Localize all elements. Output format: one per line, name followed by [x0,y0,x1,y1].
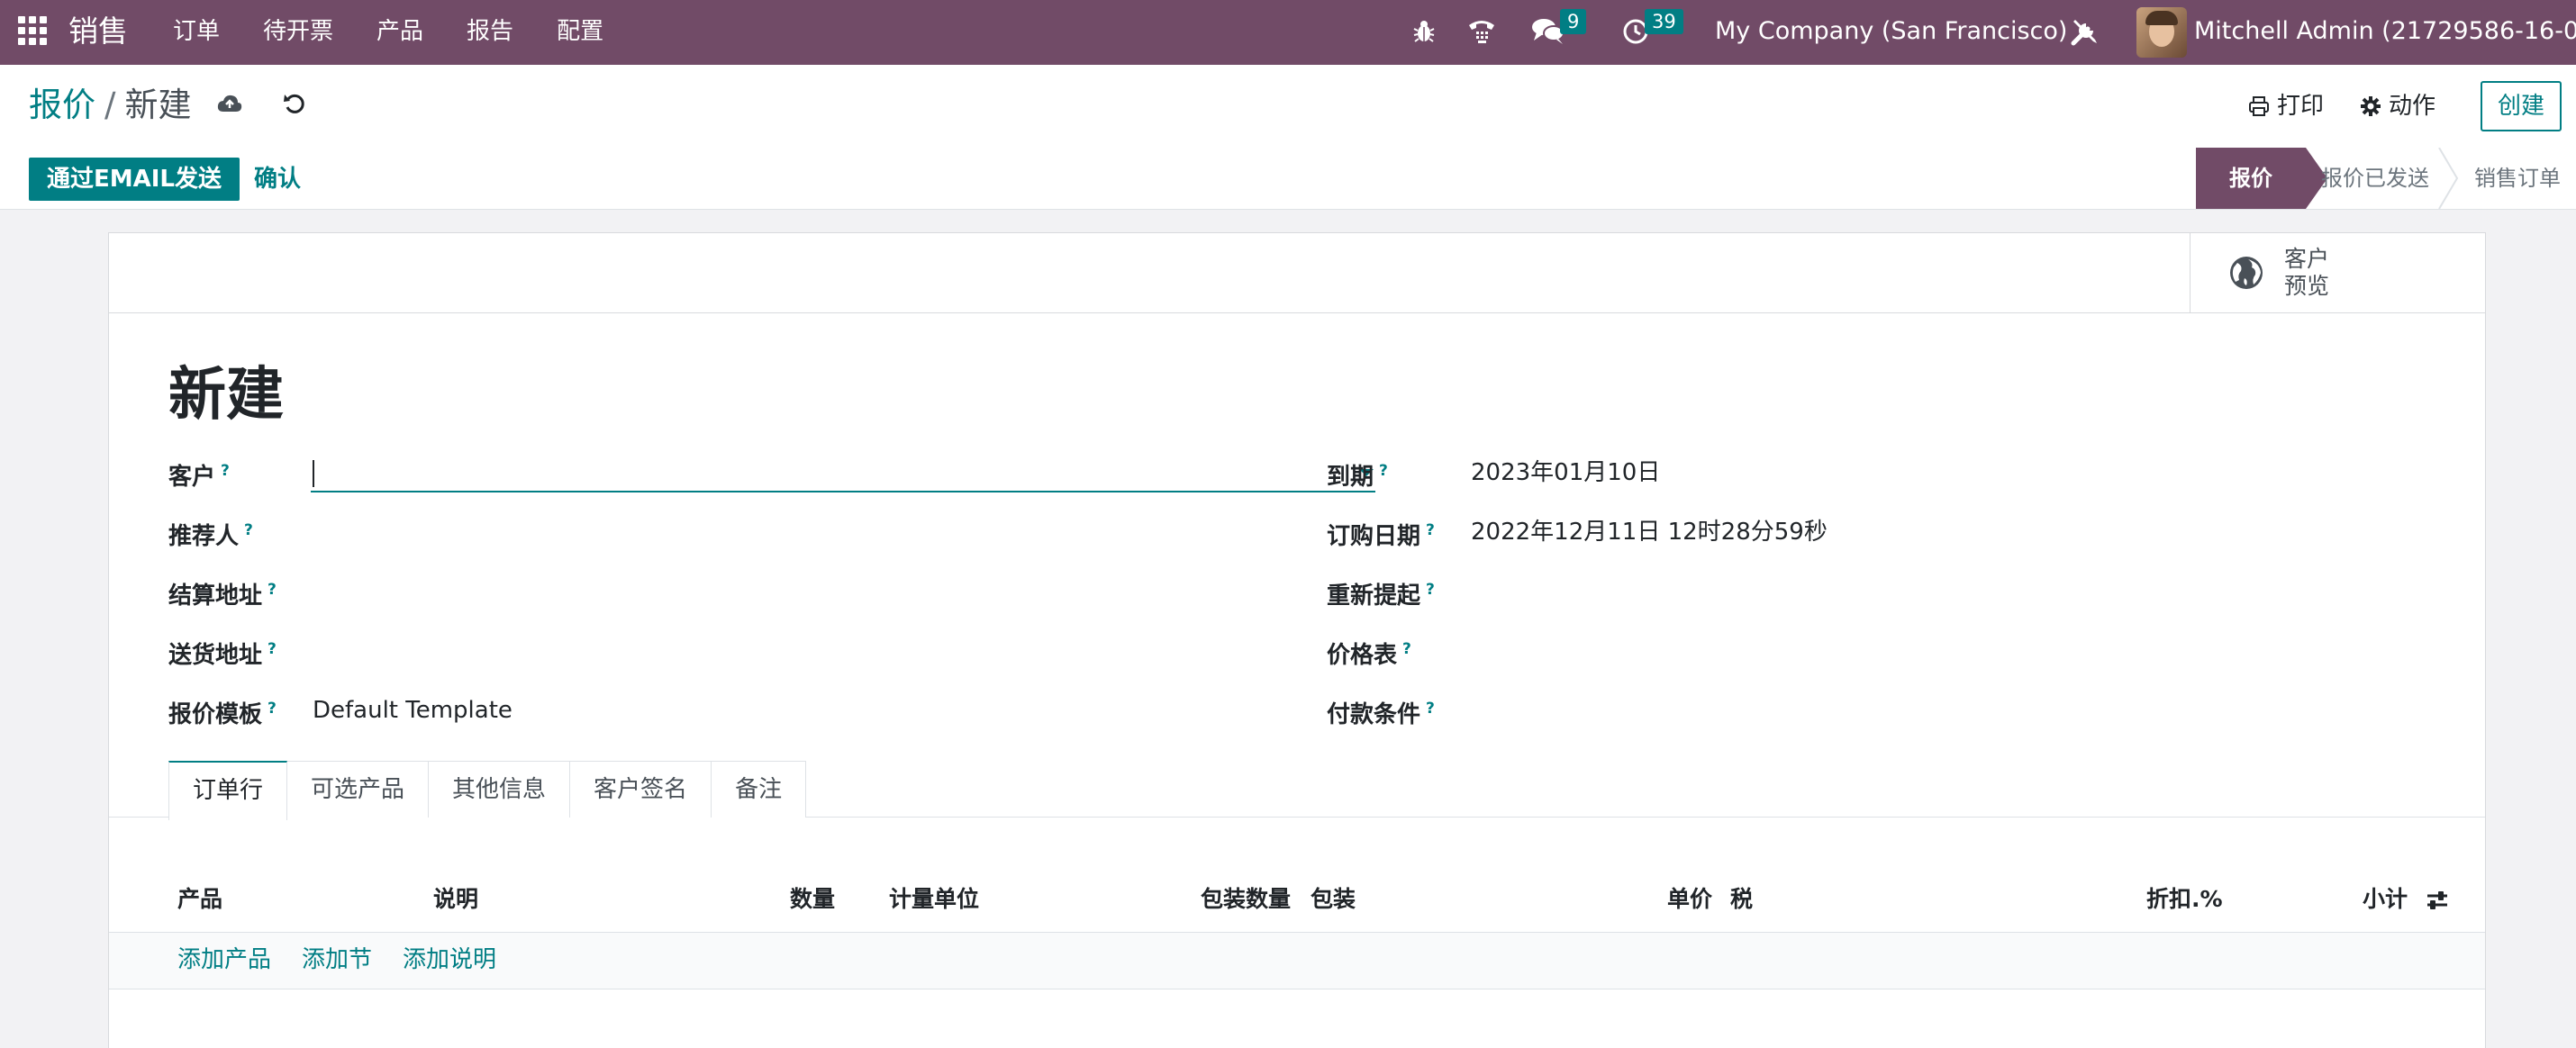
tab-optional-products[interactable]: 可选产品 [286,761,430,818]
stage-sales-order[interactable]: 销售订单 [2459,148,2576,209]
invoice-address-label: 结算地址? [168,581,277,610]
order-date-field[interactable]: 2022年12月11日 12时28分59秒 [1471,514,1828,550]
quote-template-field[interactable]: Default Template [313,692,512,728]
pricelist-help-icon[interactable]: ? [1402,640,1411,658]
customer-input[interactable] [311,455,1375,492]
app-brand[interactable]: 销售 [68,9,128,54]
quote-template-label: 报价模板? [168,700,277,728]
tab-customer-signature[interactable]: 客户签名 [569,761,712,818]
referrer-help-icon[interactable]: ? [244,521,253,539]
stage-chevron-divider [2438,148,2459,209]
activities-count-badge: 39 [1645,9,1683,34]
add-product-link[interactable]: 添加产品 [177,942,271,978]
company-switcher[interactable]: My Company (San Francisco) [1715,13,2067,50]
expiration-field[interactable]: 2023年01月10日 [1471,455,1660,491]
status-bar: 通过EMAIL发送 确认 报价 报价已发送 销售订单 [0,148,2576,210]
save-cloud-icon[interactable] [216,92,243,119]
stage-quotation[interactable]: 报价 [2196,148,2327,209]
customer-preview-label-1: 客户 [2284,246,2330,272]
messages-count-badge: 9 [1560,9,1587,34]
customer-help-icon[interactable]: ? [221,462,230,480]
control-panel: 报价 / 新建 打印 动作 创建 [0,65,2576,149]
pricelist-label: 价格表? [1327,640,1411,669]
print-label: 打印 [2277,93,2325,120]
col-packaging-qty[interactable]: 包装数量 [1201,881,1291,917]
gear-icon [2361,96,2381,116]
col-product[interactable]: 产品 [177,881,222,917]
text-cursor [313,460,314,487]
print-icon [2249,96,2269,116]
top-navbar: 销售 订单 待开票 产品 报告 配置 9 39 My Company (San … [0,0,2576,65]
globe-icon [2230,257,2263,289]
col-unit-price[interactable]: 单价 [1667,881,1712,917]
col-discount[interactable]: 折扣.% [2146,881,2223,917]
apps-menu-icon[interactable] [18,16,49,47]
customer-preview-label-2: 预览 [2284,273,2330,299]
expiration-label: 到期? [1327,462,1388,491]
breadcrumb-current: 新建 [124,86,192,124]
col-uom[interactable]: 计量单位 [889,881,979,917]
customer-label: 客户? [168,462,230,491]
user-avatar[interactable] [2136,7,2187,58]
form-sheet: 客户 预览 新建 客户? 推荐人? 结算地址? 送货地址? 报价模板? Defa… [108,232,2486,1048]
debug-tools-icon[interactable] [2068,14,2102,52]
payment-terms-help-icon[interactable]: ? [1426,700,1435,718]
expiration-help-icon[interactable]: ? [1379,462,1388,480]
order-date-help-icon[interactable]: ? [1426,521,1435,539]
user-menu[interactable]: Mitchell Admin (21729586-16-0-all [2194,13,2576,50]
delivery-address-label: 送货地址? [168,640,277,669]
stage-quotation-sent[interactable]: 报价已发送 [2317,148,2434,209]
quote-template-help-icon[interactable]: ? [268,700,277,718]
tab-order-lines[interactable]: 订单行 [168,761,288,820]
breadcrumb-quotations-link[interactable]: 报价 [29,86,95,124]
send-by-email-button[interactable]: 通过EMAIL发送 [29,158,240,201]
add-section-link[interactable]: 添加节 [302,942,372,978]
create-button[interactable]: 创建 [2481,81,2562,131]
add-note-link[interactable]: 添加说明 [403,942,496,978]
tab-other-info[interactable]: 其他信息 [428,761,571,818]
col-packaging[interactable]: 包装 [1311,881,1356,917]
breadcrumb-separator: / [104,86,116,124]
menu-reporting[interactable]: 报告 [467,13,513,50]
invoice-address-help-icon[interactable]: ? [268,581,277,599]
recurrence-label: 重新提起? [1327,581,1435,610]
discard-undo-icon[interactable] [283,92,306,119]
menu-orders[interactable]: 订单 [173,13,220,50]
col-quantity[interactable]: 数量 [790,881,835,917]
tab-notes[interactable]: 备注 [711,761,807,818]
col-subtotal[interactable]: 小计 [2363,881,2408,917]
print-button[interactable]: 打印 [2248,88,2324,124]
main-menu: 订单 待开票 产品 报告 配置 [173,13,647,50]
order-date-label: 订购日期? [1327,521,1435,550]
debug-bug-icon[interactable] [1410,18,1438,49]
action-button[interactable]: 动作 [2360,88,2435,124]
customer-preview-button[interactable]: 客户 预览 [2190,233,2486,312]
delivery-address-help-icon[interactable]: ? [268,640,277,658]
action-label: 动作 [2389,93,2436,120]
phone-icon[interactable] [1466,16,1497,49]
menu-to-invoice[interactable]: 待开票 [263,13,333,50]
recurrence-help-icon[interactable]: ? [1426,581,1435,599]
col-description[interactable]: 说明 [433,881,478,917]
add-line-row: 添加产品 添加节 添加说明 [109,933,2485,989]
smart-button-box: 客户 预览 [109,233,2485,313]
col-taxes[interactable]: 税 [1730,881,1753,917]
menu-products[interactable]: 产品 [376,13,423,50]
referrer-label: 推荐人? [168,521,253,550]
confirm-button[interactable]: 确认 [254,158,301,201]
breadcrumb: 报价 / 新建 [29,83,191,128]
optional-columns-toggle-icon[interactable] [2426,890,2449,910]
payment-terms-label: 付款条件? [1327,700,1435,728]
notebook-tabs: 订单行 可选产品 其他信息 客户签名 备注 [168,761,807,820]
menu-configuration[interactable]: 配置 [557,13,603,50]
record-title: 新建 [168,362,284,429]
